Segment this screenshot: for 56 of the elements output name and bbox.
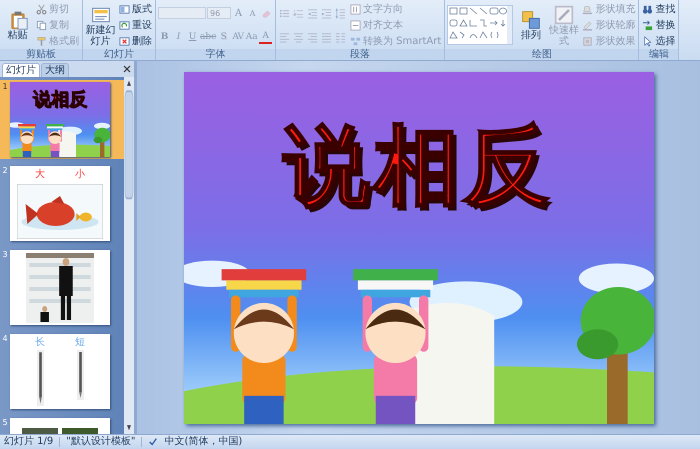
layout-icon (119, 4, 130, 14)
slide-title: 说相反 (284, 118, 554, 218)
text-direction-icon (350, 4, 361, 14)
group-label: 绘图 (445, 49, 638, 60)
panel-tab[interactable]: 幻灯片 (2, 63, 40, 77)
slide-number: 2 (1, 166, 9, 177)
shape-effects-icon (582, 36, 594, 46)
ribbon-button[interactable]: 粘贴 (2, 9, 33, 41)
slide-text: 长 (35, 337, 45, 349)
ribbon-button[interactable]: 替换 (641, 18, 676, 32)
pen-icon (582, 20, 594, 30)
slide-number: 3 (1, 250, 9, 261)
ribbon-button[interactable]: 重设 (118, 18, 153, 32)
slide-text: 大 (35, 169, 45, 181)
shapes-gallery[interactable] (447, 5, 514, 45)
slide-thumbnail-entry[interactable]: 4 长 短 (0, 332, 124, 411)
ribbon-button[interactable]: 版式 (118, 2, 153, 16)
reset-icon (119, 20, 130, 30)
replace-icon (642, 20, 654, 30)
binoculars-icon (642, 4, 654, 14)
quick-style-icon (554, 4, 574, 24)
group-label: 编辑 (639, 49, 678, 60)
slide-thumbnail-entry[interactable]: 3 (0, 248, 124, 327)
check-icon[interactable] (148, 437, 158, 447)
delete-icon (119, 36, 130, 46)
arrange-icon (520, 10, 541, 30)
group-label: 剪贴板 (0, 49, 82, 60)
slide-thumbnail-entry[interactable]: 2 大 小 (0, 164, 124, 243)
slide-number: 4 (1, 334, 9, 345)
align-text-icon (350, 20, 361, 30)
slide-thumbnail-entry[interactable]: 1 说相反 (0, 80, 124, 159)
group-label: 字体 (156, 49, 275, 60)
ribbon-button[interactable]: 排列 (515, 9, 546, 41)
cursor-icon (642, 36, 654, 46)
brush-icon (36, 36, 47, 46)
group-label: 段落 (276, 49, 444, 60)
close-icon[interactable] (123, 65, 131, 73)
scissors-icon (36, 4, 47, 14)
slide-title: 说相反 (33, 90, 87, 110)
ribbon-button[interactable]: 查找 (641, 2, 676, 16)
slide-count: 幻灯片 1/9 (4, 436, 54, 448)
smartart-icon (350, 36, 361, 46)
slide-text: 短 (75, 337, 85, 349)
language: 中文(简体，中国) (164, 436, 242, 448)
scrollbar[interactable] (124, 77, 134, 434)
slide-number: 5 (1, 418, 9, 429)
paint-bucket-icon (582, 4, 594, 14)
ribbon-button[interactable]: 选择 (641, 34, 676, 48)
copy-icon (36, 20, 47, 30)
theme-name: "默认设计模板" (66, 436, 136, 448)
ribbon-button[interactable]: 删除 (118, 34, 153, 48)
panel-tab[interactable]: 大纲 (41, 63, 69, 77)
slide-number: 1 (1, 82, 9, 93)
ribbon-button[interactable]: 新建幻灯片 (85, 4, 116, 46)
slide-text: 小 (75, 169, 85, 181)
group-label: 幻灯片 (83, 49, 155, 60)
